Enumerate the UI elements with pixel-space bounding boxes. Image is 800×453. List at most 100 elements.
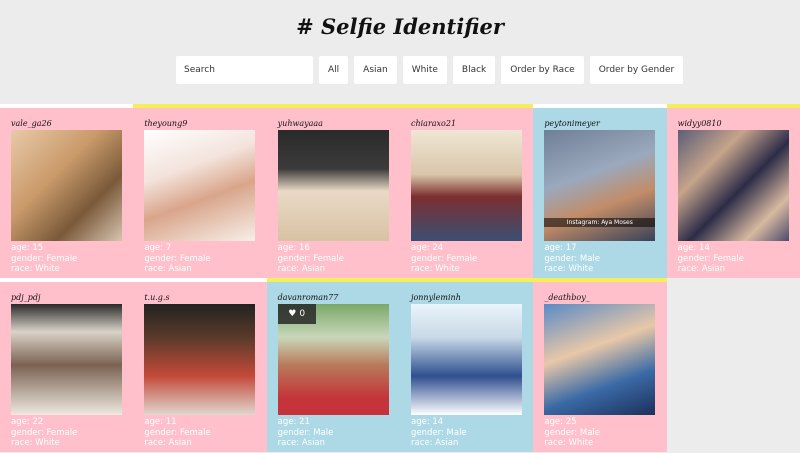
age-label: age: 17 bbox=[544, 243, 577, 253]
selfie-photo bbox=[144, 304, 256, 415]
like-count: 0 bbox=[299, 309, 306, 319]
heart-icon: ♥ bbox=[288, 309, 297, 319]
gender-label: gender: Male bbox=[410, 427, 467, 438]
photo-frame[interactable] bbox=[11, 130, 122, 241]
selfie-card[interactable]: vale_ga26 age: 15 gender: Female race: Whit… bbox=[0, 104, 134, 278]
card-username: widyy0810 bbox=[677, 119, 722, 128]
age-label: age: 15 bbox=[11, 243, 44, 253]
age-label: age: 22 bbox=[11, 417, 44, 427]
card-username: davanroman77 bbox=[277, 293, 339, 302]
card-info: age: 22 gender: Female race: White bbox=[11, 417, 77, 449]
race-label: race: Asian bbox=[410, 438, 459, 448]
photo-frame[interactable] bbox=[410, 304, 522, 415]
card-info: age: 25 gender: Male race: White bbox=[544, 417, 600, 449]
order-by-race-button[interactable]: Order by Race bbox=[501, 56, 584, 84]
gender-label: gender: Female bbox=[11, 427, 78, 438]
gender-label: gender: Male bbox=[544, 427, 600, 438]
gender-label: gender: Male bbox=[544, 253, 600, 264]
card-info: age: 17 gender: Male race: White bbox=[544, 243, 600, 275]
selfie-card[interactable]: peytonimeyer Instagram: Aya Moses age: 17 g… bbox=[533, 104, 667, 278]
card-username: _deathboy_ bbox=[544, 293, 590, 302]
race-label: race: White bbox=[544, 264, 594, 274]
card-username: vale_ga26 bbox=[11, 119, 52, 128]
selfie-card[interactable]: davanroman77 ♥ 0 age: 21 gender: Male race: A… bbox=[266, 278, 400, 452]
page-title: # Selfie Identifier bbox=[296, 14, 504, 39]
card-info: age: 11 gender: Female race: Asian bbox=[144, 417, 210, 449]
selfie-card[interactable]: widyy0810 age: 14 gender: Female race: Asia… bbox=[666, 104, 800, 278]
age-label: age: 14 bbox=[677, 243, 710, 253]
race-label: race: Asian bbox=[144, 264, 192, 274]
selfie-photo bbox=[544, 304, 656, 415]
gender-label: gender: Female bbox=[144, 253, 211, 264]
card-info: age: 15 gender: Female race: White bbox=[11, 243, 77, 275]
race-label: race: White bbox=[11, 438, 60, 448]
race-label: race: White bbox=[11, 264, 60, 274]
selfie-card[interactable]: theyoung9 age: 7 gender: Female race: Asian bbox=[133, 104, 267, 278]
selfie-photo bbox=[11, 304, 122, 415]
selfie-grid: vale_ga26 age: 15 gender: Female race: Whit… bbox=[0, 104, 800, 452]
photo-frame[interactable] bbox=[277, 130, 389, 241]
filter-black-button[interactable]: Black bbox=[452, 56, 496, 84]
card-username: theyoung9 bbox=[144, 119, 188, 128]
photo-frame[interactable] bbox=[544, 304, 656, 415]
race-label: race: Asian bbox=[677, 264, 726, 274]
race-label: race: White bbox=[544, 438, 594, 448]
card-username: t.u.g.s bbox=[144, 293, 170, 302]
selfie-photo bbox=[410, 304, 522, 415]
race-label: race: Asian bbox=[277, 264, 326, 274]
card-info: age: 21 gender: Male race: Asian bbox=[278, 417, 334, 449]
selfie-card[interactable]: t.u.g.s age: 11 gender: Female race: Asian bbox=[133, 278, 267, 452]
age-label: age: 11 bbox=[144, 417, 177, 427]
race-label: race: Asian bbox=[277, 438, 326, 448]
age-label: age: 25 bbox=[544, 417, 577, 427]
photo-frame[interactable] bbox=[677, 130, 789, 241]
age-label: age: 16 bbox=[277, 243, 310, 253]
card-username: peytonimeyer bbox=[544, 119, 600, 128]
race-label: race: Asian bbox=[144, 438, 192, 448]
filter-white-button[interactable]: White bbox=[402, 56, 447, 84]
gender-label: gender: Female bbox=[677, 253, 744, 264]
photo-frame[interactable]: Instagram: Aya Moses bbox=[544, 130, 656, 241]
card-username: pdj_pdj bbox=[11, 293, 41, 302]
selfie-card[interactable]: jonnyleminh age: 14 gender: Male race: Asia… bbox=[399, 278, 534, 452]
selfie-photo bbox=[410, 130, 522, 241]
race-label: race: White bbox=[410, 264, 460, 274]
gender-label: gender: Female bbox=[410, 253, 478, 264]
age-label: age: 21 bbox=[277, 417, 310, 427]
card-info: age: 24 gender: Female race: White bbox=[411, 243, 477, 275]
card-info: age: 7 gender: Female race: Asian bbox=[144, 243, 210, 275]
photo-frame[interactable] bbox=[144, 130, 256, 241]
selfie-photo bbox=[277, 130, 389, 241]
photo-frame[interactable] bbox=[410, 130, 522, 241]
selfie-photo bbox=[144, 130, 256, 241]
card-info: age: 14 gender: Female race: Asian bbox=[678, 243, 744, 275]
card-info: age: 16 gender: Female race: Asian bbox=[278, 243, 344, 275]
gender-label: gender: Male bbox=[277, 427, 334, 438]
like-badge[interactable]: ♥ 0 bbox=[277, 304, 316, 324]
photo-frame[interactable]: ♥ 0 bbox=[277, 304, 389, 415]
selfie-photo bbox=[11, 130, 122, 241]
photo-frame[interactable] bbox=[144, 304, 256, 415]
photo-frame[interactable] bbox=[11, 304, 122, 415]
card-username: chiaraxo21 bbox=[410, 119, 457, 128]
card-info: age: 14 gender: Male race: Asian bbox=[411, 417, 467, 449]
selfie-card[interactable]: yuhwayaaa age: 16 gender: Female race: Asia… bbox=[266, 104, 400, 278]
age-label: age: 7 bbox=[144, 243, 172, 253]
gender-label: gender: Female bbox=[144, 427, 211, 438]
selfie-photo bbox=[677, 130, 789, 241]
gender-label: gender: Female bbox=[11, 253, 78, 264]
age-label: age: 24 bbox=[410, 243, 444, 253]
order-by-gender-button[interactable]: Order by Gender bbox=[589, 56, 684, 84]
selfie-card[interactable]: pdj_pdj age: 22 gender: Female race: White bbox=[0, 278, 134, 452]
gender-label: gender: Female bbox=[277, 253, 344, 264]
selfie-card[interactable]: chiaraxo21 age: 24 gender: Female race: Whi… bbox=[399, 104, 534, 278]
filter-toolbar: All Asian White Black Order by Race Orde… bbox=[176, 56, 684, 84]
search-input[interactable] bbox=[176, 56, 313, 84]
card-username: yuhwayaaa bbox=[277, 119, 323, 128]
selfie-card[interactable]: _deathboy_ age: 25 gender: Male race: White bbox=[533, 278, 667, 452]
filter-all-button[interactable]: All bbox=[319, 56, 349, 84]
age-label: age: 14 bbox=[410, 417, 444, 427]
card-username: jonnyleminh bbox=[410, 293, 461, 302]
photo-caption-overlay: Instagram: Aya Moses bbox=[544, 218, 656, 227]
filter-asian-button[interactable]: Asian bbox=[354, 56, 397, 84]
